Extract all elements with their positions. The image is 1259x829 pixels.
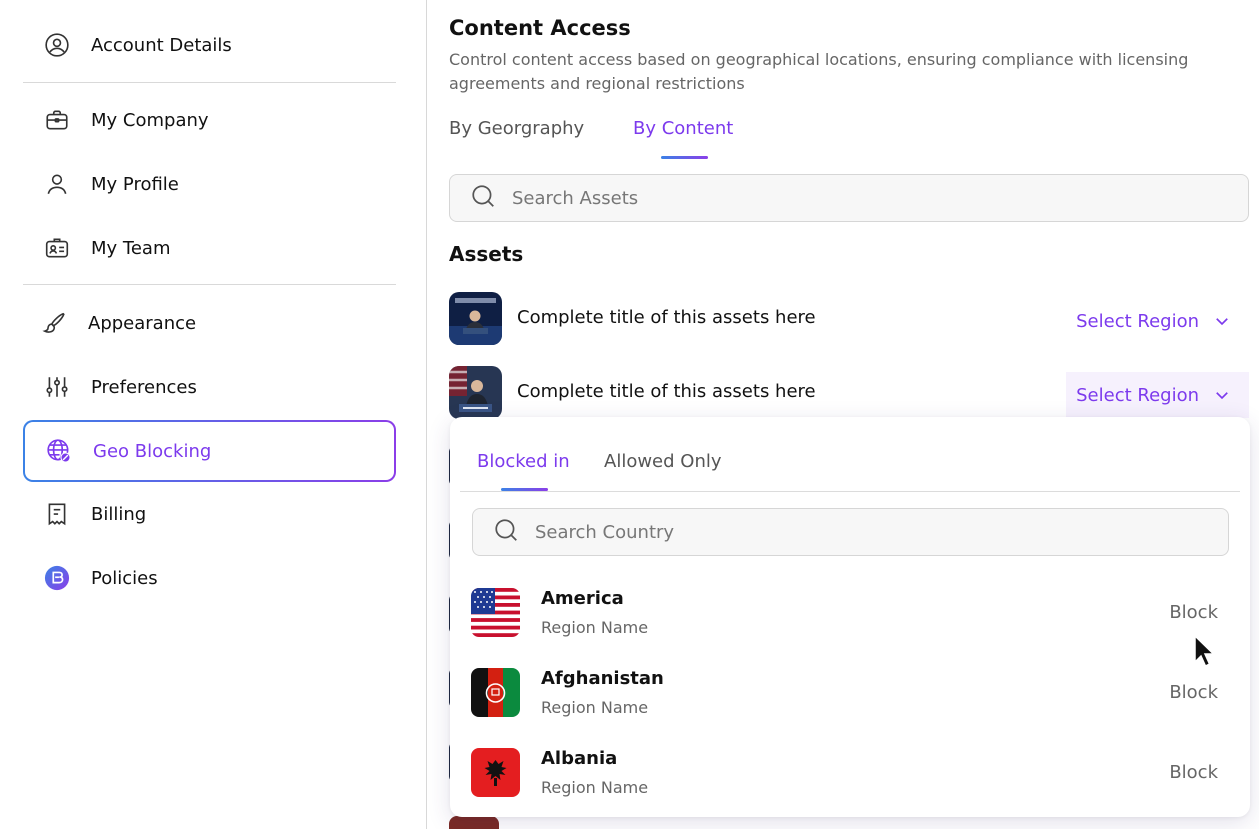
country-region: Region Name <box>541 698 649 717</box>
search-country-input[interactable] <box>535 521 1215 543</box>
sidebar-item-label: My Profile <box>91 173 179 195</box>
country-name: Afghanistan <box>541 668 664 689</box>
sidebar-item-geo-blocking[interactable]: Geo Blocking <box>23 420 396 482</box>
chevron-down-icon <box>1216 318 1228 326</box>
brush-icon <box>40 309 68 337</box>
search-icon <box>470 183 496 213</box>
asset-row: Complete title of this assets here Selec… <box>449 366 1249 420</box>
select-region-button[interactable]: Select Region <box>1066 298 1249 344</box>
us-flag-icon <box>471 588 520 637</box>
country-name: America <box>541 588 624 609</box>
sidebar-item-billing[interactable]: Billing <box>23 484 396 544</box>
sidebar-item-appearance[interactable]: Appearance <box>23 293 396 353</box>
shield-icon <box>43 564 71 592</box>
asset-row: Complete title of this assets here Selec… <box>449 292 1249 346</box>
country-row-afghanistan: Afghanistan Region Name Block <box>471 668 1228 728</box>
sidebar-divider <box>23 284 396 285</box>
globe-block-icon <box>45 437 73 465</box>
tab-blocked-in[interactable]: Blocked in <box>477 451 570 472</box>
sidebar-item-label: Geo Blocking <box>93 440 212 462</box>
sliders-icon <box>43 373 71 401</box>
briefcase-icon <box>43 106 71 134</box>
sidebar-item-my-team[interactable]: My Team <box>23 218 396 278</box>
select-region-label: Select Region <box>1076 310 1199 332</box>
asset-thumbnail <box>449 816 499 829</box>
country-row-albania: Albania Region Name Block <box>471 748 1228 808</box>
sidebar-item-label: Preferences <box>91 376 197 398</box>
sidebar-item-account-details[interactable]: Account Details <box>23 15 396 75</box>
receipt-icon <box>43 500 71 528</box>
page-title: Content Access <box>449 16 631 40</box>
afghanistan-flag-icon <box>471 668 520 717</box>
block-button[interactable]: Block <box>1169 762 1218 783</box>
asset-thumbnail <box>449 366 502 419</box>
tab-active-indicator <box>661 156 708 159</box>
tab-allowed-only[interactable]: Allowed Only <box>604 451 722 472</box>
country-region: Region Name <box>541 618 649 637</box>
settings-sidebar: Account Details My Company My Profile My… <box>0 0 427 829</box>
asset-title: Complete title of this assets here <box>517 381 816 402</box>
asset-title: Complete title of this assets here <box>517 307 816 328</box>
user-icon <box>43 170 71 198</box>
block-button[interactable]: Block <box>1169 602 1218 623</box>
region-dropdown: Blocked in Allowed Only Search Country A… <box>450 417 1250 817</box>
sidebar-item-label: Appearance <box>88 312 197 334</box>
sidebar-item-my-company[interactable]: My Company <box>23 90 396 150</box>
sidebar-item-label: Billing <box>91 503 147 525</box>
assets-heading: Assets <box>449 242 524 266</box>
country-row-america: America Region Name Block <box>471 588 1228 648</box>
select-region-label: Select Region <box>1076 384 1199 406</box>
country-region: Region Name <box>541 778 649 797</box>
block-button[interactable]: Block <box>1169 682 1218 703</box>
sidebar-item-label: My Team <box>91 237 171 259</box>
search-country-box[interactable] <box>472 508 1229 556</box>
id-badge-icon <box>43 234 71 262</box>
tab-by-content[interactable]: By Content <box>633 118 733 139</box>
country-name: Albania <box>541 748 618 769</box>
search-icon <box>493 517 519 547</box>
sidebar-item-label: My Company <box>91 109 209 131</box>
user-circle-icon <box>43 31 71 59</box>
sidebar-item-policies[interactable]: Policies <box>23 548 396 608</box>
asset-thumbnail <box>449 292 502 345</box>
sidebar-item-preferences[interactable]: Preferences <box>23 357 396 417</box>
sidebar-item-label: Account Details <box>91 34 232 56</box>
chevron-down-icon <box>1216 392 1228 400</box>
albania-flag-icon <box>471 748 520 797</box>
mouse-cursor-icon <box>1194 634 1216 668</box>
search-assets-input[interactable] <box>512 187 1212 209</box>
select-region-button[interactable]: Select Region <box>1066 372 1249 418</box>
sidebar-divider <box>23 82 396 83</box>
tabs-divider <box>460 491 1240 492</box>
search-assets-box[interactable] <box>449 174 1249 222</box>
sidebar-item-my-profile[interactable]: My Profile <box>23 154 396 214</box>
page-description: Control content access based on geograph… <box>449 50 1189 93</box>
sidebar-item-label: Policies <box>91 567 158 589</box>
app-window: Account Details My Company My Profile My… <box>0 0 1259 829</box>
tab-by-geography[interactable]: By Georgraphy <box>449 118 584 139</box>
